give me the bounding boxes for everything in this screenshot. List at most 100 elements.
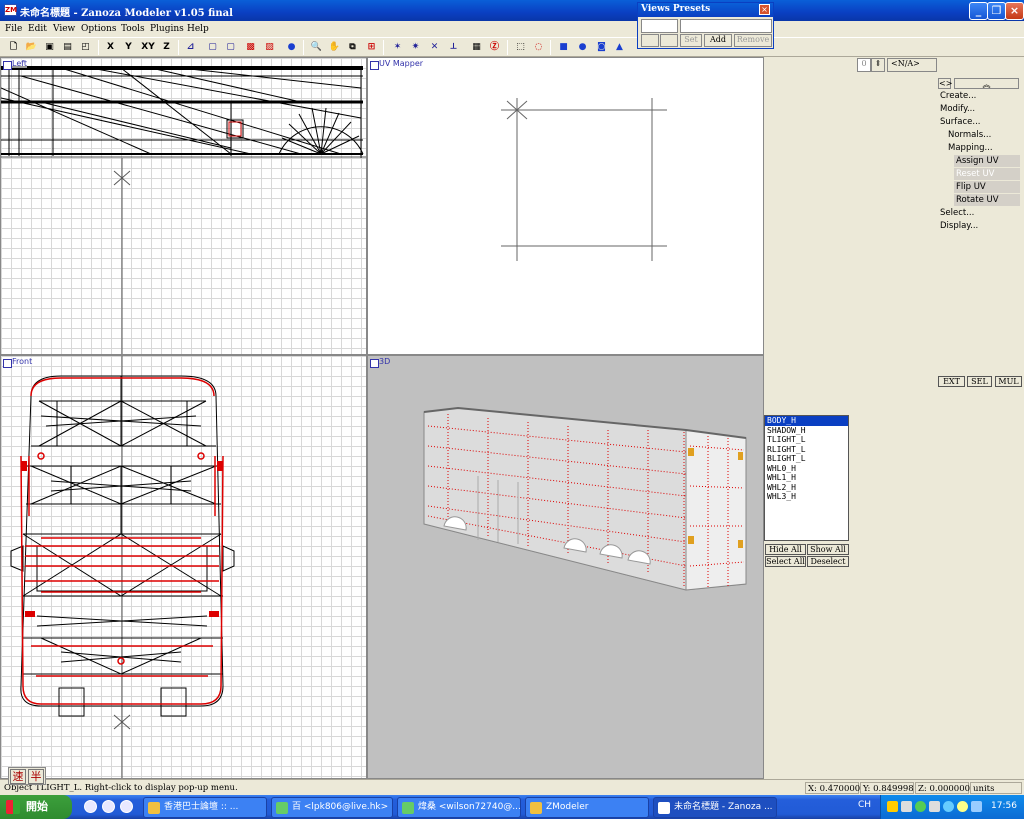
create-cylinder-icon[interactable]: ◙ (594, 40, 609, 55)
menu-select[interactable]: Select... (938, 207, 974, 219)
mode-sel-button[interactable]: SEL (967, 376, 992, 387)
menu-normals[interactable]: Normals... (946, 129, 991, 141)
axis-z-button[interactable]: Z (159, 40, 174, 55)
display-icon[interactable] (971, 801, 982, 812)
menu-surface[interactable]: Surface... (938, 116, 981, 128)
messenger-tray-icon[interactable] (915, 801, 926, 812)
list-item[interactable]: BLIGHT_L (765, 454, 848, 464)
mode-ext-button[interactable]: EXT (938, 376, 965, 387)
quicklaunch-chrome-icon[interactable] (120, 800, 133, 813)
axis-y-button[interactable]: Y (121, 40, 136, 55)
close-button[interactable]: × (1005, 2, 1024, 20)
rotate-tool-icon[interactable]: ⟂ (446, 40, 461, 55)
select-circle-icon[interactable]: ◌ (531, 40, 546, 55)
face-tool-icon[interactable]: ✕ (427, 40, 442, 55)
ime-width-button[interactable]: 半 (28, 769, 44, 784)
task-zanoza-modeler[interactable]: 未命名標題 - Zanoza ... (653, 797, 777, 818)
volume-icon[interactable] (929, 801, 940, 812)
task-forum[interactable]: 香港巴士論壇 :: ... (143, 797, 267, 818)
edge-tool-icon[interactable]: ✷ (408, 40, 423, 55)
mode-mul-button[interactable]: MUL (995, 376, 1022, 387)
list-item[interactable]: SHADOW_H (765, 426, 848, 436)
antivirus-icon[interactable] (943, 801, 954, 812)
axes-icon[interactable]: ⊿ (183, 40, 198, 55)
task-chat-2[interactable]: 煒桑 <wilson72740@... (397, 797, 521, 818)
menu-flip-uv[interactable]: Flip UV (954, 181, 1020, 193)
viewport-3d-label[interactable]: 3D (370, 357, 390, 368)
viewport-front-label[interactable]: Front (3, 357, 33, 368)
open-folder-icon[interactable]: 📂 (24, 40, 39, 55)
save-icon[interactable]: ▣ (42, 40, 57, 55)
menu-edit[interactable]: Edit (28, 24, 47, 34)
viewport-left[interactable]: Left (0, 57, 367, 355)
create-sphere-icon[interactable]: ● (575, 40, 590, 55)
preset-add-button[interactable]: Add (704, 34, 732, 47)
title-bar[interactable]: ZM 未命名標題 - Zanoza Modeler v1.05 final _ … (0, 0, 1024, 21)
list-item[interactable]: WHL1_H (765, 473, 848, 483)
list-item[interactable]: TLIGHT_L (765, 435, 848, 445)
list-item[interactable]: WHL2_H (765, 483, 848, 493)
select-all-button[interactable]: Select All (765, 556, 806, 567)
panel-toggle-button[interactable]: <> (938, 78, 952, 89)
menu-help[interactable]: Help (187, 24, 209, 34)
save-all-icon[interactable]: ▤ (60, 40, 75, 55)
viewport-uv-mapper[interactable]: UV Mapper (367, 57, 764, 355)
list-item[interactable]: BODY_H (765, 416, 848, 426)
preset-remove-button[interactable]: Remove (734, 34, 772, 47)
sphere-icon[interactable]: ● (284, 40, 299, 55)
preset-set-button[interactable]: Set (680, 34, 702, 47)
viewport-left-label[interactable]: Left (3, 59, 28, 70)
menu-display[interactable]: Display... (938, 220, 978, 232)
create-box-icon[interactable]: ■ (556, 40, 571, 55)
axis-x-button[interactable]: X (103, 40, 118, 55)
create-cone-icon[interactable]: ▲ (612, 40, 627, 55)
grid-tool-icon[interactable]: ▦ (469, 40, 484, 55)
list-item[interactable]: WHL3_H (765, 492, 848, 502)
cube-icon[interactable]: ▢ (223, 40, 238, 55)
ime-toolbar[interactable]: 速 半 (8, 767, 46, 785)
show-all-button[interactable]: Show All (807, 544, 849, 555)
list-item[interactable]: RLIGHT_L (765, 445, 848, 455)
viewport-3d[interactable]: 3D (367, 355, 764, 779)
object-list[interactable]: BODY_H SHADOW_H TLIGHT_L RLIGHT_L BLIGHT… (764, 415, 849, 541)
preset-name-dropdown[interactable] (680, 19, 772, 33)
deselect-button[interactable]: Deselect (807, 556, 849, 567)
language-indicator[interactable]: CH (858, 800, 871, 810)
menu-tools[interactable]: Tools (121, 24, 145, 34)
preset-select[interactable] (641, 19, 678, 33)
preset-slot-1[interactable] (641, 34, 659, 47)
spin-value[interactable]: 0 (857, 58, 871, 72)
network-icon[interactable] (901, 801, 912, 812)
menu-create[interactable]: Create... (938, 90, 976, 102)
cube-wire-icon[interactable]: ▢ (205, 40, 220, 55)
quicklaunch-browser-icon[interactable] (102, 800, 115, 813)
axis-xy-button[interactable]: XY (139, 40, 157, 55)
list-item[interactable]: WHL0_H (765, 464, 848, 474)
zoom-extents-icon[interactable]: ⧉ (345, 40, 360, 55)
cube-select-icon[interactable]: ▩ (243, 40, 258, 55)
menu-view[interactable]: View (53, 24, 75, 34)
menu-assign-uv[interactable]: Assign UV (954, 155, 1020, 167)
viewport-uv-label[interactable]: UV Mapper (370, 59, 424, 70)
warning-icon[interactable] (887, 801, 898, 812)
collapse-chevron-icon[interactable]: ︽ (954, 78, 1019, 89)
maximize-button[interactable]: ❐ (987, 2, 1006, 20)
menu-file[interactable]: File (5, 24, 22, 34)
zoom-all-icon[interactable]: ⊞ (364, 40, 379, 55)
viewport-front[interactable]: Front (0, 355, 367, 779)
menu-plugins[interactable]: Plugins (150, 24, 184, 34)
cube-red-icon[interactable]: ▨ (262, 40, 277, 55)
menu-reset-uv[interactable]: Reset UV (954, 168, 1020, 180)
select-rect-icon[interactable]: ⬚ (513, 40, 528, 55)
quicklaunch-ie-icon[interactable] (84, 800, 97, 813)
pan-hand-icon[interactable]: ✋ (327, 40, 342, 55)
update-icon[interactable] (957, 801, 968, 812)
vertex-tool-icon[interactable]: ✶ (390, 40, 405, 55)
task-zmodeler-folder[interactable]: ZModeler (525, 797, 649, 818)
menu-options[interactable]: Options (81, 24, 116, 34)
spin-arrows-icon[interactable]: ⇕ (871, 58, 885, 72)
menu-rotate-uv[interactable]: Rotate UV (954, 194, 1020, 206)
zoom-icon[interactable]: 🔍 (309, 40, 324, 55)
z-tool-icon[interactable]: Ⓩ (487, 40, 502, 55)
preset-slot-2[interactable] (660, 34, 678, 47)
